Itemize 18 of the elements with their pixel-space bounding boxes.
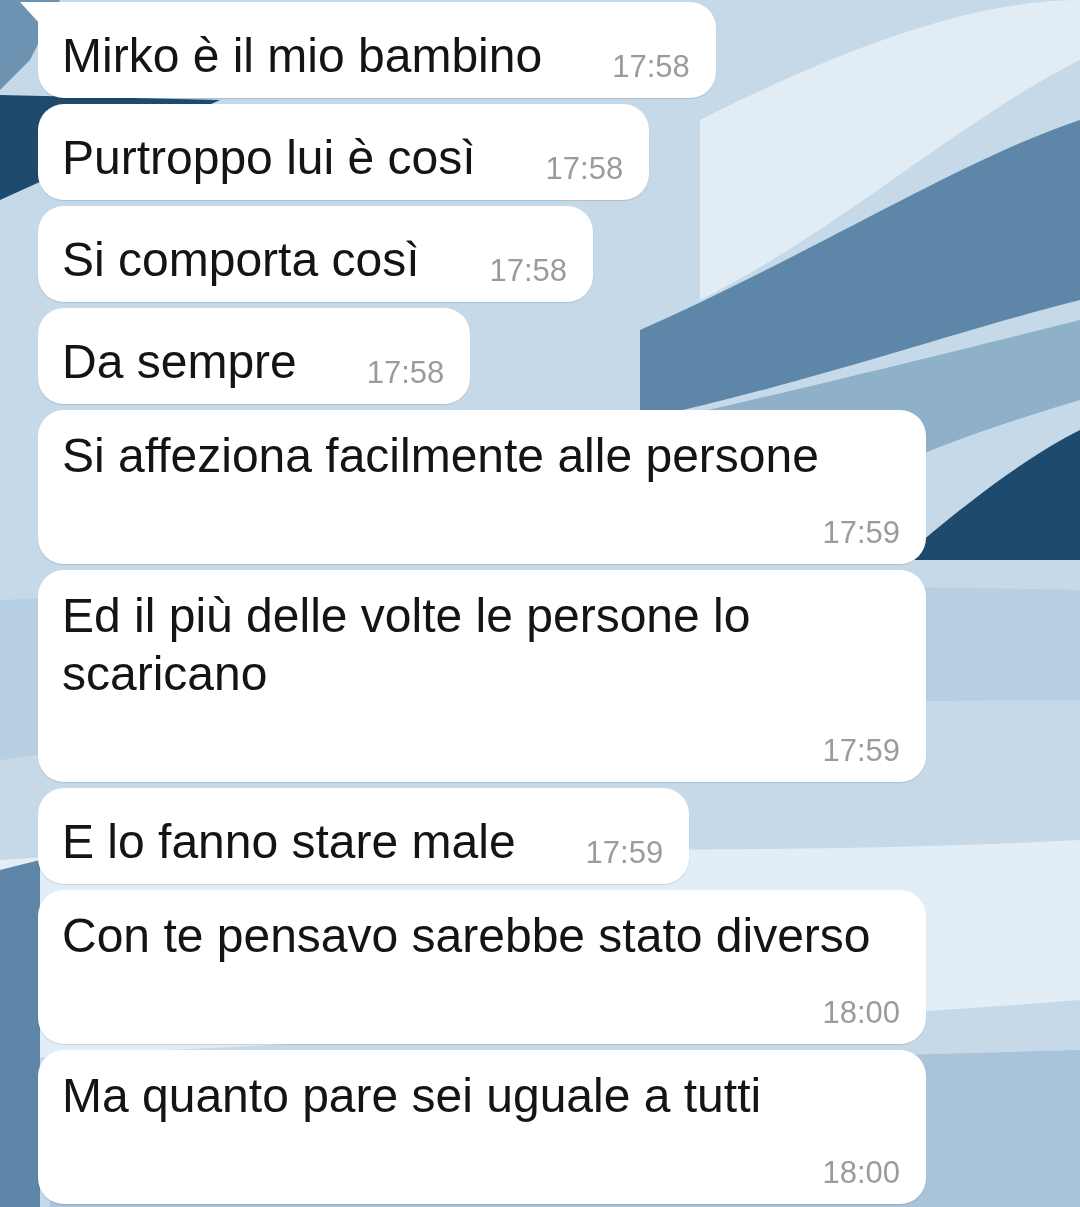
message-time: 17:59 <box>821 733 900 769</box>
message-text: Da sempre <box>62 334 297 390</box>
message-time: 17:59 <box>821 515 900 551</box>
message-text: Purtroppo lui è così <box>62 130 476 186</box>
message-time: 17:58 <box>488 253 568 289</box>
message-text: E lo fanno stare male <box>62 814 516 870</box>
message-time: 18:00 <box>821 1155 900 1191</box>
message-text: Ma quanto pare sei uguale a tutti <box>62 1068 762 1124</box>
message-text: Si comporta così <box>62 232 420 288</box>
message-time: 17:58 <box>611 49 690 85</box>
message-time: 17:58 <box>544 151 624 187</box>
message-time: 18:00 <box>821 995 900 1031</box>
message-time: 17:58 <box>365 355 445 391</box>
message-time: 17:59 <box>584 835 664 871</box>
message-text: Con te pensavo sarebbe stato diverso <box>62 908 871 964</box>
message-text: Ed il più delle volte le persone lo scaricano <box>62 588 752 702</box>
message-text: Si affeziona facilmente alle persone <box>62 428 819 484</box>
message-text: Mirko è il mio bambino <box>62 28 543 84</box>
